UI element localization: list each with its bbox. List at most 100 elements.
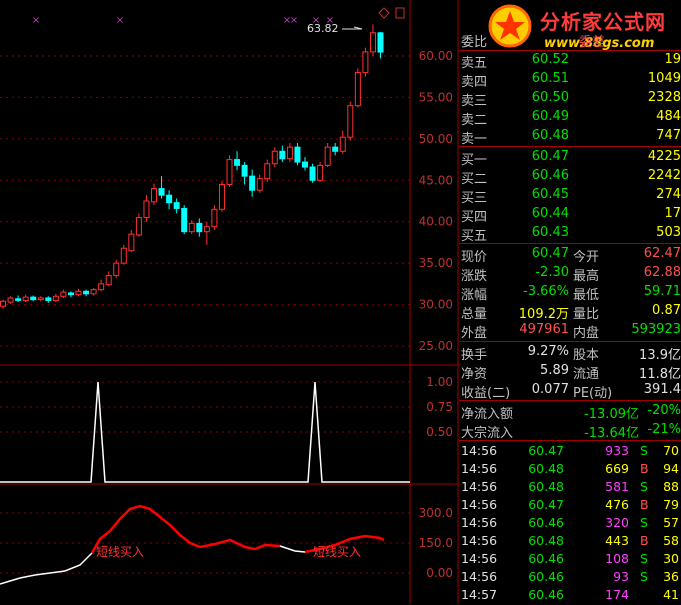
price-tick: 50.00 (419, 132, 453, 146)
order-row[interactable]: 卖三 60.50 2328 (459, 89, 681, 109)
trade-time: 14:57 (461, 587, 498, 602)
candle-body (30, 296, 37, 301)
candle-body (241, 164, 248, 177)
order-row[interactable]: 买一 60.47 4225 (459, 148, 681, 168)
order-volume: 503 (656, 225, 681, 240)
trade-time: 14:56 (461, 479, 498, 494)
candle-body (75, 290, 82, 296)
order-level-label: 卖四 (461, 75, 488, 90)
change-percent: -3.66% (523, 284, 569, 299)
order-row[interactable]: 买三 60.45 274 (459, 186, 681, 206)
trade-row[interactable]: 14:56 60.48 669 B 94 (459, 460, 681, 479)
stat-label: 总量 (461, 307, 488, 322)
trade-price: 60.47 (528, 443, 564, 458)
trade-row[interactable]: 14:56 60.47 933 S 70 (459, 442, 681, 461)
trade-row[interactable]: 14:57 60.46 174 41 (459, 586, 681, 605)
signal-mark: × (290, 15, 298, 26)
order-row[interactable]: 买五 60.43 503 (459, 224, 681, 244)
trade-price: 60.47 (528, 497, 564, 512)
order-price: 60.48 (531, 128, 569, 143)
trade-count: 36 (663, 569, 679, 584)
order-row[interactable]: 卖一 60.48 747 (459, 127, 681, 147)
float-shares: 11.8亿 (639, 367, 681, 382)
order-row[interactable]: 卖四 60.51 1049 (459, 70, 681, 90)
trade-side: B (640, 533, 649, 548)
order-row[interactable]: 买四 60.44 17 (459, 205, 681, 225)
top-signal-marks: × × ×× × × (32, 15, 334, 26)
order-volume: 2242 (647, 168, 681, 183)
candle-body (143, 200, 150, 219)
order-level-label: 卖三 (461, 94, 488, 109)
spike-tick: 1.00 (426, 375, 453, 389)
trade-count: 79 (663, 497, 679, 512)
trade-time: 14:56 (461, 551, 498, 566)
order-level-label: 买三 (461, 191, 488, 206)
high-price: 62.88 (643, 265, 681, 280)
trade-volume: 108 (605, 551, 629, 566)
trade-row[interactable]: 14:56 60.46 320 S 57 (459, 514, 681, 533)
order-price: 60.49 (531, 109, 569, 124)
trade-count: 41 (663, 587, 679, 602)
pe-ratio: 391.4 (643, 382, 681, 397)
candle-body (203, 226, 210, 233)
candlestick-series (0, 24, 384, 309)
total-volume: 109.2万 (518, 307, 569, 322)
candle-body (67, 292, 74, 296)
order-volume: 19 (664, 52, 681, 67)
candle-body (90, 289, 97, 295)
stat-label: 内盘 (573, 326, 600, 341)
trade-row[interactable]: 14:56 60.48 581 S 88 (459, 478, 681, 497)
trade-row[interactable]: 14:56 60.46 93 S 36 (459, 568, 681, 587)
trade-volume: 669 (605, 461, 629, 476)
trade-volume: 443 (605, 533, 629, 548)
stock-chart[interactable]: × × ×× × × 63.82 60.0055.0050.0045.0040.0035… (0, 0, 459, 604)
commission-ratio-label: 委比 (461, 35, 488, 50)
price-tick: 45.00 (419, 173, 453, 187)
trend-tick: 300.0 (419, 506, 453, 520)
trade-side: B (640, 461, 649, 476)
candle-body (60, 291, 67, 297)
net-assets: 5.89 (540, 363, 569, 378)
spike-axis: 1.00 0.75 0.50 (426, 375, 453, 439)
share-capital: 13.9亿 (639, 348, 681, 363)
trade-row[interactable]: 14:56 60.46 108 S 30 (459, 550, 681, 569)
signal-mark: × (32, 15, 40, 26)
divider (459, 440, 681, 441)
candle-body (354, 72, 361, 107)
divider (459, 146, 681, 147)
signal-mark: × (116, 15, 124, 26)
candle-body (302, 161, 308, 168)
buy-signal-label-1: 短线买入 (96, 545, 144, 559)
order-volume: 4225 (647, 149, 681, 164)
price-axis: 60.00 55.00 50.00 45.00 40.00 35.00 30.00 25.00 (419, 49, 453, 353)
candle-body (0, 300, 6, 307)
candle-body (264, 163, 271, 180)
trade-row[interactable]: 14:56 60.47 476 B 79 (459, 496, 681, 515)
candle-body (362, 51, 369, 74)
order-row[interactable]: 卖五 60.52 19 (459, 51, 681, 71)
order-level-label: 买一 (461, 153, 488, 168)
candle-body (332, 146, 339, 152)
order-row[interactable]: 买二 60.46 2242 (459, 167, 681, 187)
candle-body (120, 247, 127, 264)
candle-body (22, 296, 29, 301)
buy-signal-label-2: 短线买入 (313, 545, 361, 559)
trade-row[interactable]: 14:56 60.48 443 B 58 (459, 532, 681, 551)
net-inflow: -13.09亿 (584, 407, 639, 422)
price-tick: 35.00 (419, 256, 453, 270)
candle-body (98, 283, 105, 291)
order-row[interactable]: 卖二 60.49 484 (459, 108, 681, 128)
stat-label: 收益(二) (461, 386, 511, 401)
candle-body (105, 275, 112, 286)
stat-label: 股本 (573, 348, 600, 363)
candle-body (151, 188, 157, 203)
price-tick: 25.00 (419, 339, 453, 353)
square-icon[interactable] (395, 7, 405, 19)
stat-label: 现价 (461, 250, 488, 265)
trade-volume: 320 (605, 515, 629, 530)
trade-price: 60.46 (528, 551, 564, 566)
diamond-icon[interactable] (378, 7, 390, 19)
stat-label: 涨幅 (461, 288, 488, 303)
trade-side: S (640, 479, 648, 494)
order-price: 60.47 (531, 149, 569, 164)
